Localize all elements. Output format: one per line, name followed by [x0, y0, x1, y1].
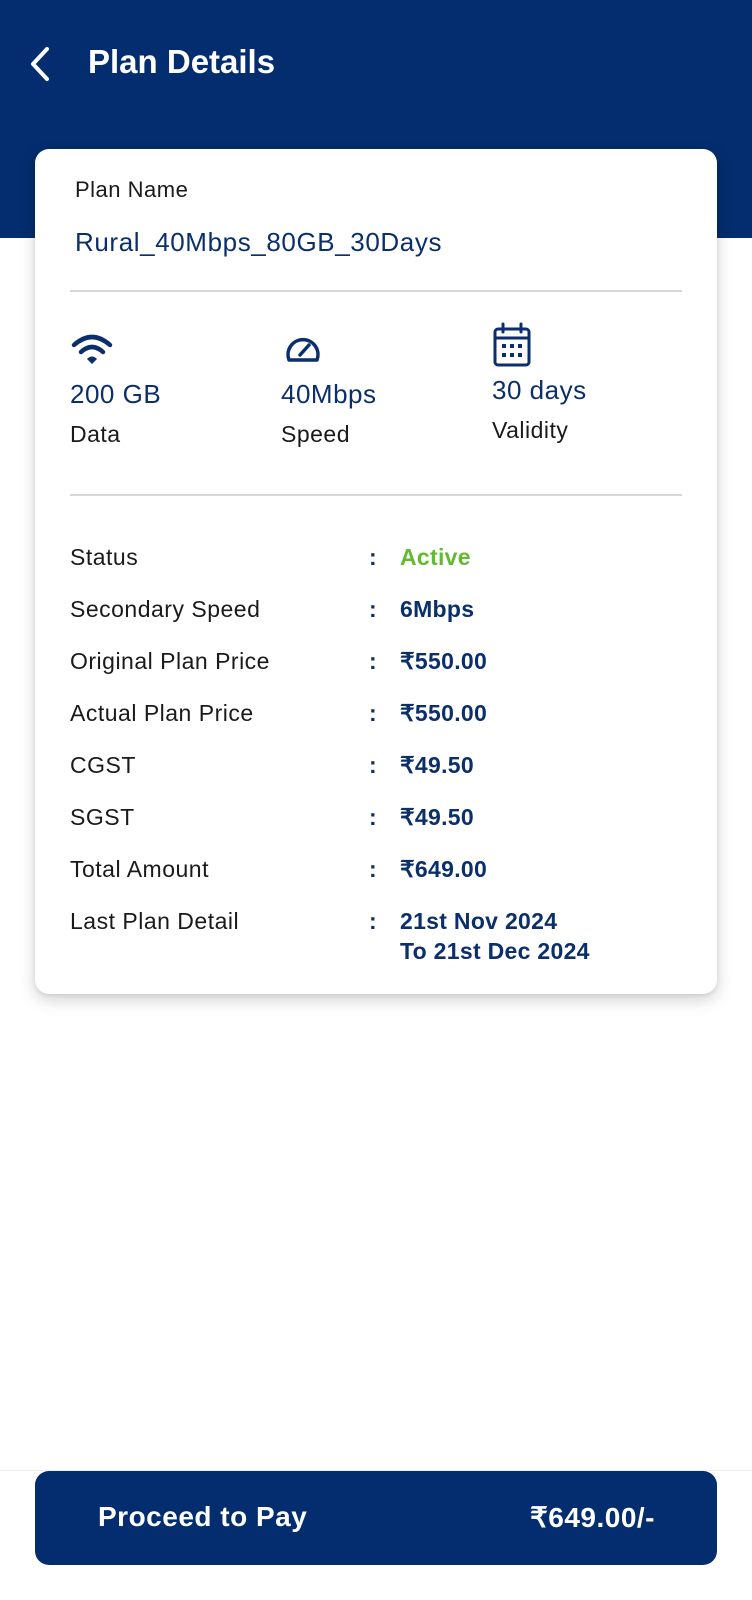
last-plan-start: 21st Nov 2024 [400, 908, 558, 934]
speed-label: Speed [281, 421, 351, 447]
page-title: Plan Details [88, 43, 276, 80]
detail-label: Status [70, 544, 139, 570]
detail-label: Original Plan Price [70, 648, 270, 674]
pay-button-label: Proceed to Pay [98, 1501, 308, 1532]
detail-separator: : [369, 648, 377, 674]
plan-details-card: Plan Name Rural_40Mbps_80GB_30Days 200 G… [35, 149, 717, 994]
divider [70, 494, 682, 496]
data-value: 200 GB [70, 379, 162, 409]
validity-value: 30 days [492, 375, 587, 405]
last-plan-end: To 21st Dec 2024 [400, 938, 590, 964]
detail-label: Last Plan Detail [70, 908, 240, 934]
detail-value: ₹649.00 [400, 856, 488, 882]
data-label: Data [70, 421, 121, 447]
detail-value: ₹550.00 [400, 648, 488, 674]
plan-name-value: Rural_40Mbps_80GB_30Days [75, 227, 443, 257]
divider [70, 290, 682, 292]
status-value: Active [400, 544, 471, 570]
detail-separator: : [369, 804, 377, 830]
detail-label: CGST [70, 752, 136, 778]
feature-validity: 30 days Validity [492, 321, 692, 445]
feature-speed: 40Mbps Speed [281, 331, 481, 449]
detail-separator: : [369, 752, 377, 778]
plan-name-label: Plan Name [75, 177, 189, 202]
speed-value: 40Mbps [281, 379, 377, 409]
proceed-to-pay-button[interactable]: Proceed to Pay ₹649.00/- [35, 1471, 717, 1565]
feature-data: 200 GB Data [70, 331, 270, 449]
calendar-icon [492, 321, 692, 373]
detail-label: Actual Plan Price [70, 700, 254, 726]
chevron-left-icon [27, 45, 53, 88]
wifi-icon [70, 331, 270, 377]
detail-separator: : [369, 856, 377, 882]
detail-label: Secondary Speed [70, 596, 261, 622]
detail-value: ₹550.00 [400, 700, 488, 726]
detail-separator: : [369, 596, 377, 622]
speedometer-icon [281, 331, 481, 377]
detail-value: ₹49.50 [400, 804, 474, 830]
pay-button-amount: ₹649.00/- [529, 1502, 655, 1533]
detail-value: ₹49.50 [400, 752, 474, 778]
detail-value: 6Mbps [400, 596, 475, 622]
detail-separator: : [369, 700, 377, 726]
back-button[interactable] [20, 44, 60, 88]
validity-label: Validity [492, 417, 569, 443]
detail-separator: : [369, 908, 377, 934]
detail-label: SGST [70, 804, 135, 830]
detail-label: Total Amount [70, 856, 209, 882]
detail-separator: : [369, 544, 377, 570]
